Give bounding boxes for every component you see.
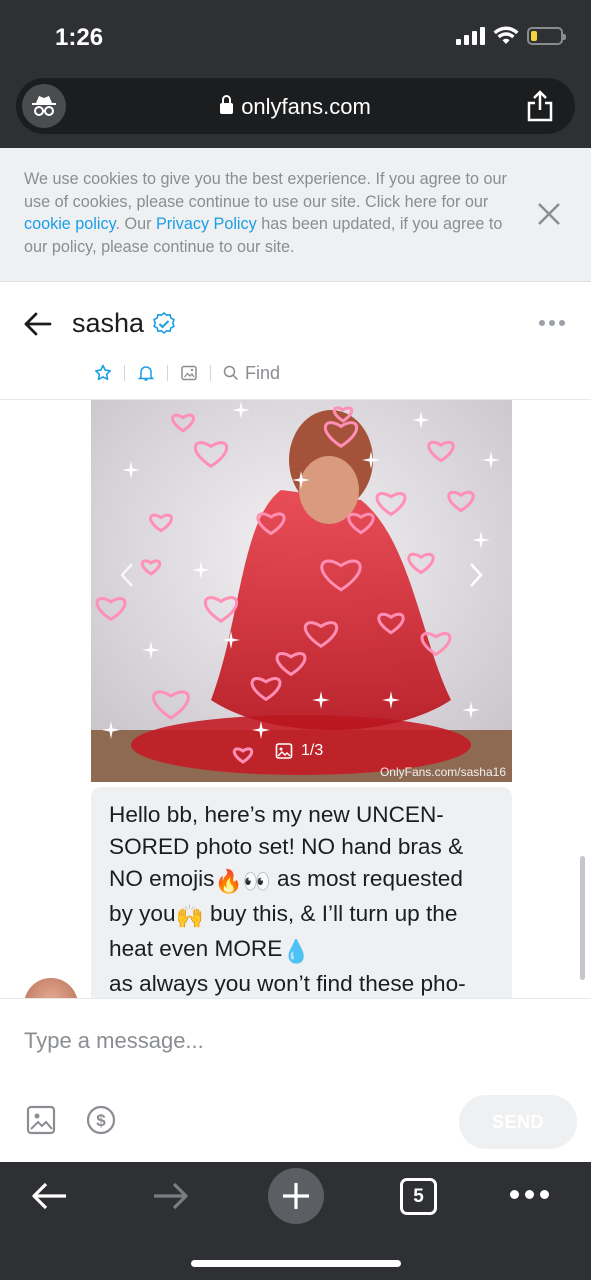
attach-image-icon[interactable] <box>26 1105 56 1135</box>
photo-counter: 1/3 <box>275 742 323 760</box>
svg-text:$: $ <box>96 1111 106 1130</box>
status-bar: 1:26 <box>0 0 591 72</box>
lock-icon <box>220 95 234 114</box>
message-text-part: as always you won’t find these pho- <box>109 971 466 996</box>
cookie-text: We use cookies to give you the best expe… <box>24 168 514 259</box>
favorite-star-icon[interactable] <box>82 362 124 384</box>
search-icon <box>223 365 239 381</box>
message-input[interactable] <box>24 1023 564 1059</box>
cookie-policy-link[interactable]: cookie policy <box>24 215 115 233</box>
back-icon[interactable] <box>30 1180 68 1212</box>
photo-watermark: OnlyFans.com/sasha16 <box>379 765 506 779</box>
find-label: Find <box>245 362 281 383</box>
browser-address-bar: onlyfans.com <box>0 72 591 148</box>
more-options-icon[interactable] <box>539 320 565 326</box>
cookie-text-part: We use cookies to give you the best expe… <box>24 170 507 211</box>
home-indicator[interactable] <box>191 1260 401 1267</box>
back-arrow-icon[interactable] <box>22 308 54 340</box>
cookie-text-part: . Our <box>115 215 156 234</box>
cookie-banner: We use cookies to give you the best expe… <box>0 148 591 282</box>
battery-icon <box>527 27 566 45</box>
message-list[interactable]: 1/3 OnlyFans.com/sasha16 Hello bb, here’… <box>0 400 591 998</box>
media-gallery-icon[interactable] <box>168 362 210 384</box>
verified-badge-icon <box>153 312 175 335</box>
photo-image <box>91 400 512 782</box>
photo-icon <box>275 743 293 759</box>
fire-eyes-emoji: 🔥👀 <box>214 869 271 894</box>
status-time: 1:26 <box>55 24 104 51</box>
avatar[interactable] <box>24 978 78 998</box>
forward-icon[interactable] <box>152 1180 190 1212</box>
raised-hands-emoji: 🙌 <box>175 904 204 929</box>
plus-icon <box>283 1183 309 1209</box>
share-icon[interactable] <box>525 90 555 122</box>
privacy-policy-link[interactable]: Privacy Policy <box>156 215 257 233</box>
photo-counter-text: 1/3 <box>301 742 324 759</box>
browser-toolbar: 5 <box>0 1162 591 1280</box>
more-menu-icon[interactable] <box>510 1190 549 1199</box>
tip-dollar-icon[interactable]: $ <box>86 1105 116 1135</box>
chat-username[interactable]: sasha <box>72 308 144 339</box>
close-icon[interactable] <box>535 200 563 228</box>
scrollbar[interactable] <box>580 856 585 980</box>
chat-header: sasha Find <box>0 282 591 400</box>
battery-level <box>531 31 537 41</box>
signal-icon <box>456 27 485 45</box>
url-display: onlyfans.com <box>16 94 575 120</box>
notification-bell-icon[interactable] <box>125 362 167 384</box>
status-icons <box>456 26 566 46</box>
wifi-icon <box>493 26 519 44</box>
message-text: Hello bb, here’s my new UNCEN- SORED pho… <box>109 799 494 998</box>
url-text: onlyfans.com <box>241 94 371 119</box>
next-photo-icon[interactable] <box>466 560 486 590</box>
droplet-emoji: 💧 <box>282 939 311 964</box>
chat-toolbar: Find <box>82 362 292 384</box>
message-composer: $ SEND <box>0 998 591 1162</box>
new-tab-button[interactable] <box>268 1168 324 1224</box>
message-photo[interactable]: 1/3 OnlyFans.com/sasha16 <box>91 400 512 782</box>
url-field[interactable]: onlyfans.com <box>16 78 575 134</box>
previous-photo-icon[interactable] <box>117 560 137 590</box>
message-bubble: Hello bb, here’s my new UNCEN- SORED pho… <box>91 787 512 998</box>
send-button[interactable]: SEND <box>459 1095 577 1149</box>
find-button[interactable]: Find <box>211 362 292 384</box>
tab-switcher-button[interactable]: 5 <box>400 1178 437 1215</box>
